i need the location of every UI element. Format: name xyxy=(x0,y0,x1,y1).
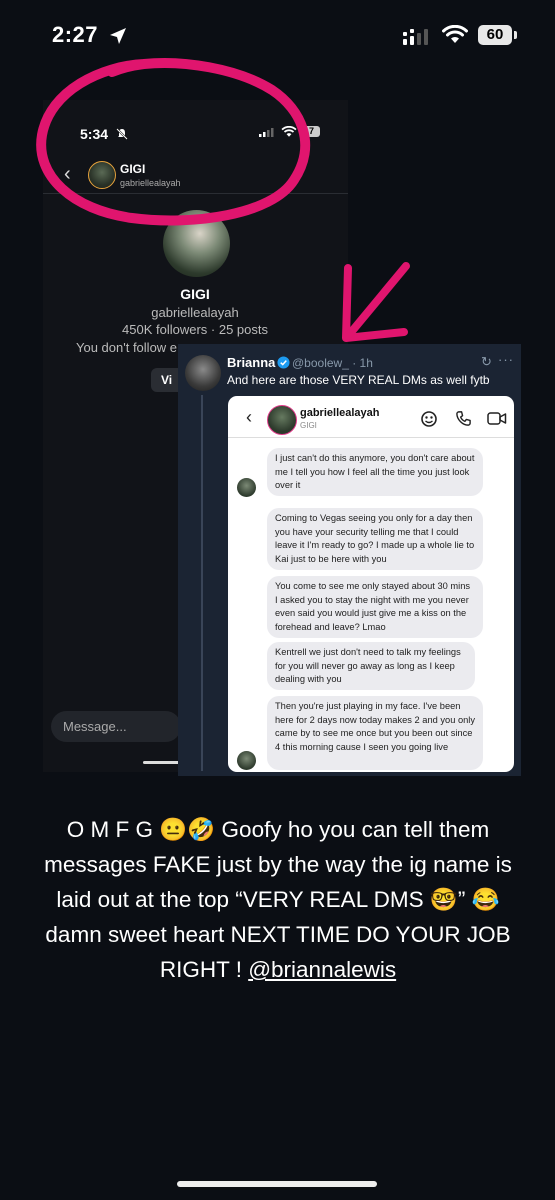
refresh-icon[interactable]: ↻ xyxy=(481,354,492,370)
verified-icon xyxy=(277,356,290,369)
dm-sender-avatar xyxy=(237,478,256,497)
dm-message-5: Then you're just playing in my face. I'v… xyxy=(267,696,483,770)
dm-avatar xyxy=(267,405,297,435)
message-input[interactable]: Message... xyxy=(51,711,181,742)
pink-circle-annotation xyxy=(36,58,311,226)
follow-status: You don't follow e xyxy=(76,340,178,355)
profile-handle: gabriellealayah xyxy=(151,305,239,320)
tweet-author-name[interactable]: Brianna xyxy=(227,355,275,370)
caption-mention[interactable]: @briannalewis xyxy=(248,957,396,982)
tweet-handle: @boolew_ · 1h xyxy=(292,356,373,370)
story-caption: O M F G 😐🤣 Goofy ho you can tell them me… xyxy=(26,812,530,987)
battery-icon: 60 xyxy=(478,25,512,45)
dm-message-1: I just can't do this anymore, you don't … xyxy=(267,448,483,496)
phone-icon xyxy=(456,411,471,426)
wifi-icon xyxy=(442,25,468,43)
inner-home-indicator xyxy=(143,761,183,764)
dm-sender-avatar xyxy=(237,751,256,770)
dm-subtitle: GIGI xyxy=(300,421,317,430)
home-indicator xyxy=(177,1181,377,1187)
thread-line xyxy=(201,395,203,771)
profile-name: GIGI xyxy=(180,286,210,302)
more-icon[interactable]: ··· xyxy=(498,352,514,367)
dm-message-2: Coming to Vegas seeing you only for a da… xyxy=(267,508,483,570)
video-icon xyxy=(487,412,507,425)
dm-message-3: You come to see me only stayed about 30 … xyxy=(267,576,483,638)
status-time: 2:27 xyxy=(52,22,99,47)
profile-stats: 450K followers · 25 posts xyxy=(122,322,268,337)
pink-arrow-annotation xyxy=(342,262,410,342)
dm-message-4: Kentrell we just don't need to talk my f… xyxy=(267,642,475,690)
battery-tip xyxy=(514,31,517,39)
tweet-text: And here are those VERY REAL DMs as well… xyxy=(227,373,490,387)
dm-divider xyxy=(228,437,514,438)
tweet-avatar[interactable] xyxy=(185,355,221,391)
signal-icon xyxy=(403,29,428,45)
sticker-icon xyxy=(421,411,437,427)
location-arrow-icon xyxy=(110,28,126,44)
dm-name: gabriellealayah xyxy=(300,407,380,419)
dm-back-icon: ‹ xyxy=(246,407,252,427)
